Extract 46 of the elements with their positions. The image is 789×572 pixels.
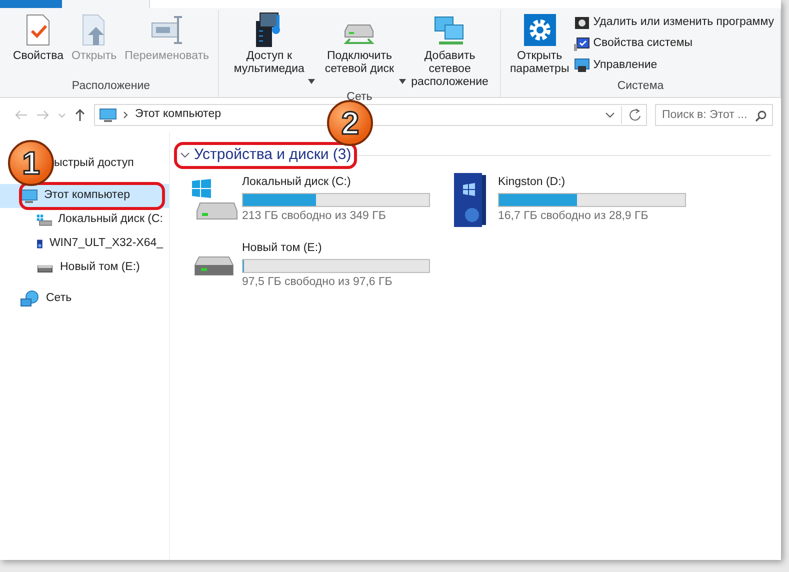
ribbon-button[interactable]: Свойства [10, 10, 66, 78]
breadcrumb[interactable]: Этот компьютер [135, 106, 221, 124]
forward-icon [36, 108, 50, 122]
drive-icon [193, 254, 235, 276]
windows-drive-icon [190, 176, 238, 222]
refresh-icon [628, 108, 642, 122]
ribbon-button[interactable]: Доступ к мультимедиа [224, 10, 314, 89]
back-icon [14, 108, 28, 122]
computer-icon [20, 189, 38, 203]
sidebar-item[interactable]: Новый том (E:) [0, 256, 169, 280]
ribbon-button[interactable]: Управление [574, 56, 774, 74]
drive-name[interactable]: Kingston (D:) [498, 174, 686, 192]
ribbon-button[interactable]: Удалить или изменить программу [574, 14, 774, 32]
number-badge: 1 [8, 140, 54, 186]
computer-icon [99, 108, 117, 122]
settings-icon [524, 14, 556, 46]
up-icon [74, 108, 86, 122]
ribbon-button[interactable]: Подключить сетевой диск [315, 10, 404, 89]
computer-tab[interactable] [62, 0, 150, 8]
sidebar-item[interactable]: Этот компьютер [0, 184, 169, 208]
network-icon [20, 290, 40, 308]
drive-name[interactable]: Локальный диск (C:) [242, 174, 430, 192]
search-icon [755, 110, 767, 122]
monitor-check-icon [574, 36, 590, 52]
group-label: Система [617, 78, 664, 94]
number-badge: 2 [327, 100, 374, 146]
sidebar-item[interactable]: Локальный диск (C: [0, 208, 169, 232]
dropdown-icon [605, 110, 615, 120]
rename-icon [150, 13, 184, 47]
sidebar-item[interactable]: WIN7_ULT_X32-X64_ [0, 232, 169, 256]
search-field[interactable]: Поиск в: Этот ... [655, 104, 773, 126]
free-space-text: 16,7 ГБ свободно из 28,9 ГБ [498, 208, 650, 224]
free-space-text: 213 ГБ свободно из 349 ГБ [242, 208, 387, 224]
sidebar-item[interactable]: Сеть [0, 287, 169, 311]
group-label: Расположение [72, 78, 150, 94]
ribbon-button[interactable]: Свойства системы [574, 35, 774, 52]
section-title[interactable]: Устройства и диски (3) [194, 144, 352, 166]
ribbon-button[interactable]: Открыть параметры [506, 10, 572, 78]
ribbon-button[interactable]: Добавить сетевое расположение [406, 10, 494, 89]
free-space-text: 97,5 ГБ свободно из 97,6 ГБ [242, 274, 394, 290]
windows-drive-icon [36, 213, 52, 227]
chevron-icon [123, 110, 129, 120]
computer-manage-icon [574, 57, 590, 74]
program-box-icon [574, 14, 590, 31]
drive-name[interactable]: Новый том (E:) [242, 240, 430, 258]
file-tab[interactable] [0, 0, 62, 8]
